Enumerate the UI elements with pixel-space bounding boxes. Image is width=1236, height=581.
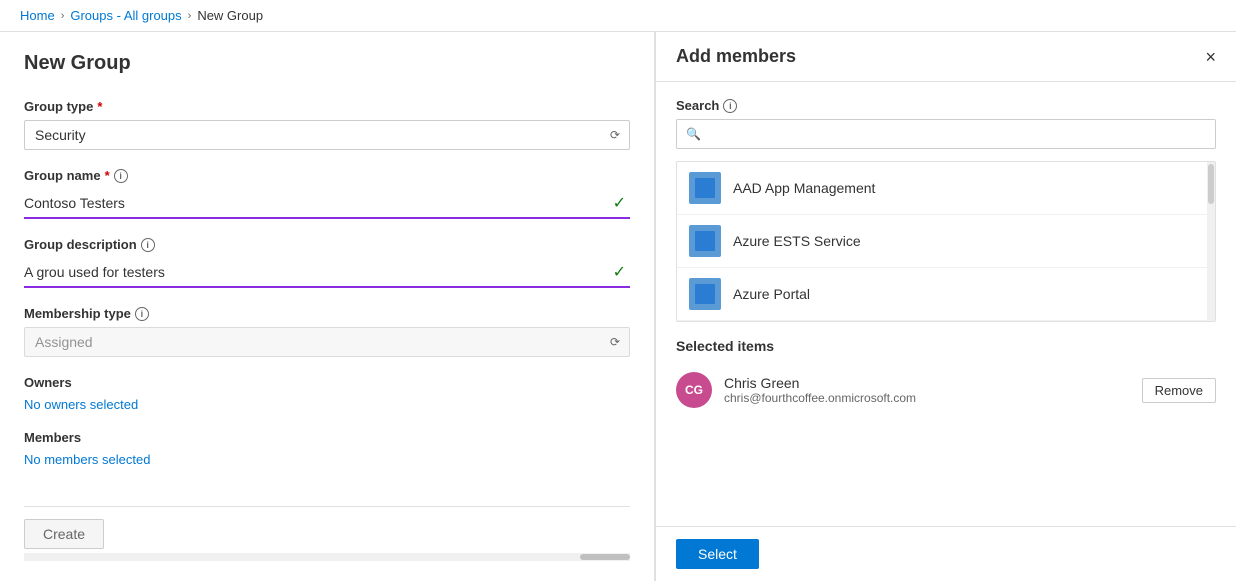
membership-type-select: Assigned — [24, 327, 630, 357]
breadcrumb-groups[interactable]: Groups - All groups — [70, 8, 181, 23]
result-item-2[interactable]: Azure Portal — [677, 268, 1215, 321]
search-icon: 🔍 — [686, 127, 701, 141]
result-avatar-1 — [689, 225, 721, 257]
owners-label: Owners — [24, 375, 630, 390]
selected-name-0: Chris Green — [724, 375, 1130, 391]
group-type-select[interactable]: Security — [24, 120, 630, 150]
breadcrumb-sep2: › — [188, 10, 192, 22]
result-name-0: AAD App Management — [733, 180, 875, 196]
result-avatar-inner-2 — [695, 284, 715, 304]
group-description-info-icon[interactable]: i — [141, 238, 155, 252]
selected-avatar-0: CG — [676, 372, 712, 408]
selected-items-title: Selected items — [676, 338, 1216, 354]
breadcrumb-home[interactable]: Home — [20, 8, 55, 23]
result-avatar-0 — [689, 172, 721, 204]
panel-footer: Select — [656, 526, 1236, 581]
group-description-label: Group description i — [24, 237, 630, 252]
group-name-field: Group name * i ✓ — [24, 168, 630, 219]
left-panel: New Group Group type * Security ⟳ — [0, 32, 655, 581]
result-avatar-inner-1 — [695, 231, 715, 251]
group-name-input[interactable] — [24, 189, 613, 217]
result-item-0[interactable]: AAD App Management — [677, 162, 1215, 215]
panel-title: Add members — [676, 46, 796, 67]
members-section: Members No members selected — [24, 430, 630, 467]
group-name-input-wrapper: ✓ — [24, 189, 630, 219]
result-name-1: Azure ESTS Service — [733, 233, 861, 249]
page-title: New Group — [24, 52, 630, 75]
left-bottom-bar: Create — [24, 506, 630, 561]
group-description-field: Group description i ✓ — [24, 237, 630, 288]
selected-email-0: chris@fourthcoffee.onmicrosoft.com — [724, 391, 1130, 405]
panel-header: Add members × — [656, 32, 1236, 82]
selected-info-0: Chris Green chris@fourthcoffee.onmicroso… — [724, 375, 1130, 405]
description-checkmark-icon: ✓ — [613, 262, 630, 282]
membership-type-field: Membership type i Assigned ⟳ — [24, 306, 630, 357]
membership-type-select-wrapper: Assigned ⟳ — [24, 327, 630, 357]
membership-type-label: Membership type i — [24, 306, 630, 321]
result-item-1[interactable]: Azure ESTS Service — [677, 215, 1215, 268]
result-name-2: Azure Portal — [733, 286, 810, 302]
required-star: * — [97, 99, 102, 114]
horizontal-scrollbar-thumb — [580, 554, 630, 560]
group-name-label: Group name * i — [24, 168, 630, 183]
owners-section: Owners No owners selected — [24, 375, 630, 412]
group-type-field: Group type * Security ⟳ — [24, 99, 630, 150]
breadcrumb: Home › Groups - All groups › New Group — [0, 0, 1236, 32]
no-owners-link[interactable]: No owners selected — [24, 397, 138, 412]
select-button[interactable]: Select — [676, 539, 759, 569]
selected-item-0: CG Chris Green chris@fourthcoffee.onmicr… — [676, 364, 1216, 416]
group-type-select-wrapper: Security ⟳ — [24, 120, 630, 150]
result-avatar-2 — [689, 278, 721, 310]
membership-type-info-icon[interactable]: i — [135, 307, 149, 321]
results-list: AAD App Management Azure ESTS Service Az… — [676, 161, 1216, 322]
create-button[interactable]: Create — [24, 519, 104, 549]
breadcrumb-sep1: › — [61, 10, 65, 22]
right-panel: Add members × Search i 🔍 AAD App Managem… — [655, 32, 1236, 581]
result-avatar-inner-0 — [695, 178, 715, 198]
search-input-wrapper: 🔍 — [676, 119, 1216, 149]
results-scrollbar-thumb — [1208, 164, 1214, 204]
required-star-name: * — [105, 168, 110, 183]
members-label: Members — [24, 430, 630, 445]
results-scrollbar — [1207, 162, 1215, 321]
search-label: Search i — [676, 98, 1216, 113]
breadcrumb-current: New Group — [197, 8, 263, 23]
checkmark-icon: ✓ — [613, 193, 630, 213]
panel-body: Search i 🔍 AAD App Management — [656, 82, 1236, 526]
group-description-input[interactable] — [24, 258, 613, 286]
group-name-info-icon[interactable]: i — [114, 169, 128, 183]
no-members-link[interactable]: No members selected — [24, 452, 150, 467]
group-description-input-wrapper: ✓ — [24, 258, 630, 288]
selected-items-section: Selected items CG Chris Green chris@four… — [676, 338, 1216, 416]
remove-button-0[interactable]: Remove — [1142, 378, 1216, 403]
close-button[interactable]: × — [1205, 48, 1216, 66]
search-info-icon[interactable]: i — [723, 99, 737, 113]
group-type-label: Group type * — [24, 99, 630, 114]
search-input[interactable] — [676, 119, 1216, 149]
